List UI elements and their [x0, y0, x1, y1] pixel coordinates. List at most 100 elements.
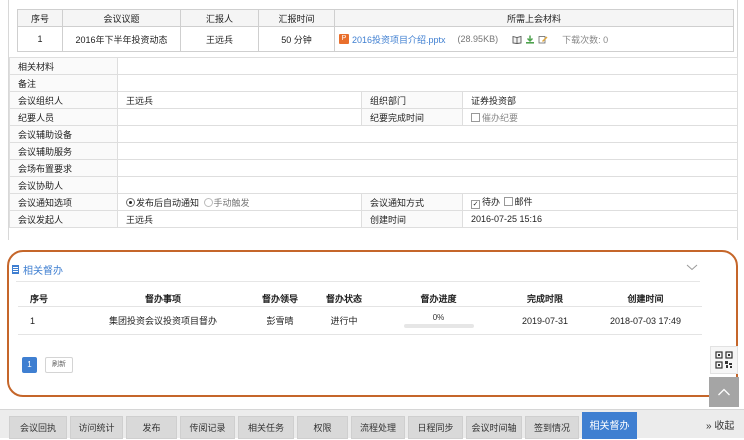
info-row-venue: 会场布置要求	[9, 159, 738, 177]
supervision-header-row: 序号 督办事项 督办领导 督办状态 督办进度 完成时限 创建时间	[18, 290, 702, 307]
notify-todo-checkbox[interactable]: ✓	[471, 200, 480, 209]
agenda-topic: 2016年下半年投资动态	[62, 26, 181, 52]
info-row-aux-service: 会议辅助服务	[9, 142, 738, 160]
edit-pencil-icon[interactable]	[538, 35, 548, 44]
agenda-table: 序号 会议议题 汇报人 汇报时间 所需上会材料 1 2016年下半年投资动态 王…	[17, 9, 734, 52]
urge-minutes-label: 催办纪要	[482, 112, 519, 123]
supervision-progress: 0%	[376, 306, 501, 335]
supervision-created: 2018-07-03 17:49	[589, 306, 702, 335]
supervision-col-created: 创建时间	[589, 290, 702, 307]
tab-workflow[interactable]: 流程处理	[351, 416, 405, 439]
notify-manual-radio[interactable]	[203, 197, 213, 207]
progress-bar	[403, 324, 474, 328]
preview-book-icon[interactable]	[512, 35, 522, 44]
tab-circulation-records[interactable]: 传阅记录	[180, 416, 235, 439]
notify-option-value: 发布后自动通知 手动触发	[117, 193, 362, 211]
tab-schedule-sync[interactable]: 日程同步	[408, 416, 463, 439]
material-file-link[interactable]: 2016投资项目介绍.pptx	[352, 33, 446, 46]
agenda-index: 1	[17, 26, 63, 52]
agenda-col-reporter: 汇报人	[180, 9, 259, 27]
page-1-button[interactable]: 1	[22, 357, 37, 373]
pagination: 1 刷新	[22, 357, 73, 373]
tab-publish[interactable]: 发布	[126, 416, 177, 439]
info-row-assistant: 会议协助人	[9, 176, 738, 194]
supervision-col-status: 督办状态	[312, 290, 376, 307]
agenda-duration: 50 分钟	[258, 26, 335, 52]
agenda-reporter: 王远兵	[180, 26, 259, 52]
tab-visit-stats[interactable]: 访问统计	[70, 416, 123, 439]
org-dept-label: 组织部门	[361, 91, 463, 109]
agenda-col-index: 序号	[17, 9, 63, 27]
initiator-value: 王远兵	[117, 210, 362, 228]
supervision-deadline: 2019-07-31	[501, 306, 589, 335]
notify-mail-checkbox[interactable]	[503, 197, 513, 206]
download-icon[interactable]	[525, 35, 535, 44]
supervision-item: 集团投资会议投资项目督办	[78, 306, 248, 335]
supervision-table: 序号 督办事项 督办领导 督办状态 督办进度 完成时限 创建时间 1 集团投资会…	[18, 290, 702, 335]
table-row[interactable]: 1 集团投资会议投资项目督办 彭雪晴 进行中 0% 2019-07-31 201…	[18, 306, 702, 335]
notify-option-label: 会议通知选项	[9, 193, 118, 211]
progress-text: 0%	[432, 313, 445, 322]
minutes-due-label: 纪要完成时间	[361, 108, 463, 126]
back-to-top-button[interactable]	[709, 377, 739, 407]
supervision-col-progress: 督办进度	[376, 290, 501, 307]
info-row-related-materials: 相关材料	[9, 57, 738, 75]
chevron-up-icon	[718, 388, 730, 396]
minutes-taker-label: 纪要人员	[9, 108, 118, 126]
assistant-label: 会议协助人	[9, 176, 118, 194]
tab-permissions[interactable]: 权限	[297, 416, 348, 439]
organizer-label: 会议组织人	[9, 91, 118, 109]
document-icon	[12, 265, 19, 274]
meeting-info-table: 相关材料 备注 会议组织人 王远兵 组织部门 证券投资部 纪要人员 纪要完成时间…	[9, 57, 738, 228]
tab-meeting-timeline[interactable]: 会议时间轴	[466, 416, 522, 439]
qr-code-button[interactable]	[710, 346, 738, 374]
notify-auto-radio[interactable]	[126, 197, 135, 207]
organizer-value: 王远兵	[117, 91, 362, 109]
venue-req-label: 会场布置要求	[9, 159, 118, 177]
supervision-index: 1	[18, 306, 78, 335]
info-row-minutes: 纪要人员 纪要完成时间 催办纪要	[9, 108, 738, 126]
tab-sign-in[interactable]: 签到情况	[525, 416, 579, 439]
tab-meeting-receipt[interactable]: 会议回执	[9, 416, 67, 439]
supervision-status: 进行中	[312, 306, 376, 335]
supervision-col-item: 督办事项	[78, 290, 248, 307]
related-materials-label: 相关材料	[9, 57, 118, 75]
urge-minutes-checkbox[interactable]	[471, 112, 480, 122]
aux-equipment-label: 会议辅助设备	[9, 125, 118, 143]
agenda-col-duration: 汇报时间	[258, 9, 335, 27]
related-materials-value	[117, 57, 738, 75]
pptx-file-icon: P	[339, 34, 349, 44]
notify-manual-label: 手动触发	[213, 197, 250, 208]
tab-related-supervision[interactable]: 相关督办	[582, 412, 637, 439]
collapse-label: 收起	[714, 421, 735, 432]
refresh-button[interactable]: 刷新	[45, 357, 73, 373]
assistant-value	[117, 176, 738, 194]
qr-code-icon	[715, 351, 733, 369]
meeting-detail-page: 序号 会议议题 汇报人 汇报时间 所需上会材料 1 2016年下半年投资动态 王…	[0, 0, 744, 439]
remark-label: 备注	[9, 74, 118, 92]
supervision-leader: 彭雪晴	[248, 306, 312, 335]
aux-equipment-value	[117, 125, 738, 143]
supervision-col-leader: 督办领导	[248, 290, 312, 307]
info-row-remark: 备注	[9, 74, 738, 92]
minutes-taker-value	[117, 108, 362, 126]
tab-related-tasks[interactable]: 相关任务	[238, 416, 294, 439]
agenda-col-materials: 所需上会材料	[334, 9, 734, 27]
chevron-down-icon[interactable]	[686, 262, 698, 272]
supervision-section-title: 相关督办	[12, 262, 63, 277]
created-value: 2016-07-25 15:16	[462, 210, 738, 228]
notify-mail-label: 邮件	[514, 197, 533, 207]
notify-auto-label: 发布后自动通知	[136, 197, 200, 208]
initiator-label: 会议发起人	[9, 210, 118, 228]
agenda-header-row: 序号 会议议题 汇报人 汇报时间 所需上会材料	[17, 9, 734, 27]
info-row-organizer: 会议组织人 王远兵 组织部门 证券投资部	[9, 91, 738, 109]
collapse-button[interactable]: » 收起	[706, 417, 734, 432]
download-count: 下载次数: 0	[562, 34, 609, 45]
notify-method-value: ✓ 待办 邮件	[462, 193, 738, 211]
notify-method-label: 会议通知方式	[361, 193, 463, 211]
supervision-col-index: 序号	[18, 290, 78, 307]
supervision-col-deadline: 完成时限	[501, 290, 589, 307]
org-dept-value: 证券投资部	[462, 91, 738, 109]
info-row-initiator: 会议发起人 王远兵 创建时间 2016-07-25 15:16	[9, 210, 738, 228]
notify-todo-label: 待办	[482, 197, 501, 207]
